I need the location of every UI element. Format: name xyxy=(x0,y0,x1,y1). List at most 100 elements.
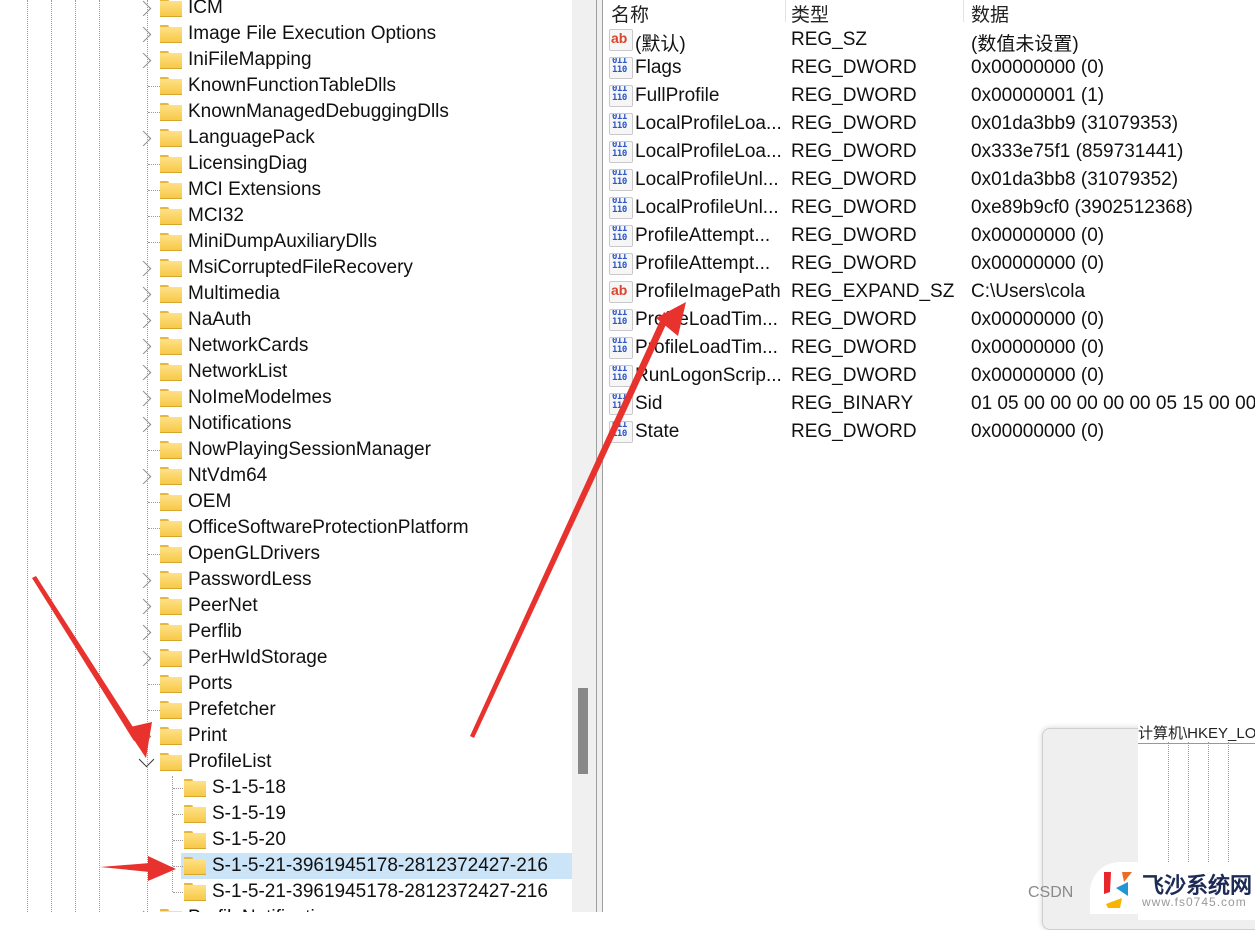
value-row[interactable]: 011 110 LocalProfileUnl... REG_DWORD 0xe89b9… xyxy=(603,194,1255,222)
tree-scrollbar[interactable] xyxy=(572,0,596,912)
column-header-name[interactable]: 名称 xyxy=(603,0,649,26)
value-type: REG_DWORD xyxy=(791,225,917,246)
value-name: ProfileLoadTim... xyxy=(635,337,778,358)
tree-item[interactable]: NtVdm64 xyxy=(0,463,572,489)
tree-item[interactable]: KnownFunctionTableDlls xyxy=(0,73,572,99)
tree-item[interactable]: S-1-5-19 xyxy=(0,801,572,827)
chevron-right-icon[interactable] xyxy=(135,572,152,589)
chevron-right-icon[interactable] xyxy=(135,728,152,745)
tree-item[interactable]: NetworkCards xyxy=(0,333,572,359)
value-row[interactable]: ab ProfileImagePath REG_EXPAND_SZ C:\Users\… xyxy=(603,278,1255,306)
chevron-right-icon[interactable] xyxy=(135,390,152,407)
tree-item[interactable]: MCI Extensions xyxy=(0,177,572,203)
tree-item[interactable]: MiniDumpAuxiliaryDlls xyxy=(0,229,572,255)
chevron-right-icon[interactable] xyxy=(135,260,152,277)
tree-item[interactable]: S-1-5-21-3961945178-2812372427-216 xyxy=(0,879,572,905)
tree-item-label: ProfileList xyxy=(188,751,272,772)
chevron-right-icon[interactable] xyxy=(135,338,152,355)
value-row[interactable]: 011 110 Sid REG_BINARY 01 05 00 00 00 00 00 … xyxy=(603,390,1255,418)
tree-item-label: S-1-5-21-3961945178-2812372427-216 xyxy=(212,881,548,902)
tree-item[interactable]: NetworkList xyxy=(0,359,572,385)
tree-item-label: S-1-5-20 xyxy=(212,829,286,850)
chevron-right-icon[interactable] xyxy=(135,286,152,303)
tree-item[interactable]: ICM xyxy=(0,0,572,21)
value-type: REG_SZ xyxy=(791,29,868,50)
brand-logo-icon xyxy=(1104,872,1132,908)
tree-item[interactable]: LanguagePack xyxy=(0,125,572,151)
value-row[interactable]: 011 110 FullProfile REG_DWORD 0x00000001 (1) xyxy=(603,82,1255,110)
tree-scroll-thumb[interactable] xyxy=(578,688,588,774)
value-row[interactable]: 011 110 RunLogonScrip... REG_DWORD 0x0000000… xyxy=(603,362,1255,390)
tree-item[interactable]: MCI32 xyxy=(0,203,572,229)
value-type: REG_DWORD xyxy=(791,253,917,274)
folder-icon xyxy=(160,649,182,667)
column-header-type[interactable]: 类型 xyxy=(783,0,829,26)
value-row[interactable]: 011 110 State REG_DWORD 0x00000000 (0) xyxy=(603,418,1255,446)
chevron-right-icon[interactable] xyxy=(135,130,152,147)
binary-value-icon: 011 110 xyxy=(609,393,633,415)
tree-item-label: NaAuth xyxy=(188,309,252,330)
chevron-right-icon[interactable] xyxy=(135,650,152,667)
tree-item-label: MsiCorruptedFileRecovery xyxy=(188,257,413,278)
tree-item-label: MiniDumpAuxiliaryDlls xyxy=(188,231,377,252)
tree-item[interactable]: OpenGLDrivers xyxy=(0,541,572,567)
value-row[interactable]: 011 110 LocalProfileUnl... REG_DWORD 0x01da3… xyxy=(603,166,1255,194)
tree-item[interactable]: Prefetcher xyxy=(0,697,572,723)
chevron-right-icon[interactable] xyxy=(135,52,152,69)
tree-item[interactable]: PasswordLess xyxy=(0,567,572,593)
tree-item[interactable]: S-1-5-18 xyxy=(0,775,572,801)
tree-item[interactable]: NowPlayingSessionManager xyxy=(0,437,572,463)
tree-item[interactable]: PeerNet xyxy=(0,593,572,619)
folder-icon xyxy=(160,441,182,459)
tree-item[interactable]: ProfileList xyxy=(0,749,572,775)
folder-icon xyxy=(160,337,182,355)
folder-icon xyxy=(160,623,182,641)
tree-item[interactable]: KnownManagedDebuggingDlls xyxy=(0,99,572,125)
tree-item[interactable]: NoImeModelmes xyxy=(0,385,572,411)
value-row[interactable]: 011 110 Flags REG_DWORD 0x00000000 (0) xyxy=(603,54,1255,82)
value-name: LocalProfileUnl... xyxy=(635,197,779,218)
column-header-data[interactable]: 数据 xyxy=(963,0,1009,26)
tree-item[interactable]: OfficeSoftwareProtectionPlatform xyxy=(0,515,572,541)
tree-item[interactable]: Print xyxy=(0,723,572,749)
chevron-right-icon[interactable] xyxy=(135,26,152,43)
value-row[interactable]: 011 110 ProfileAttempt... REG_DWORD 0x000000… xyxy=(603,250,1255,278)
tree-item[interactable]: S-1-5-21-3961945178-2812372427-216 xyxy=(0,853,572,879)
binary-value-icon: 011 110 xyxy=(609,365,633,387)
chevron-right-icon[interactable] xyxy=(135,468,152,485)
value-row[interactable]: 011 110 LocalProfileLoa... REG_DWORD 0x01da3… xyxy=(603,110,1255,138)
tree-item[interactable]: Notifications xyxy=(0,411,572,437)
value-type: REG_DWORD xyxy=(791,57,917,78)
chevron-right-icon[interactable] xyxy=(135,364,152,381)
tree-item[interactable]: MsiCorruptedFileRecovery xyxy=(0,255,572,281)
chevron-right-icon[interactable] xyxy=(135,312,152,329)
chevron-right-icon[interactable] xyxy=(135,416,152,433)
tree-item[interactable]: Ports xyxy=(0,671,572,697)
tree-item[interactable]: OEM xyxy=(0,489,572,515)
value-row[interactable]: 011 110 ProfileLoadTim... REG_DWORD 0x000000… xyxy=(603,334,1255,362)
value-row[interactable]: 011 110 LocalProfileLoa... REG_DWORD 0x333e7… xyxy=(603,138,1255,166)
value-row[interactable]: 011 110 ProfileLoadTim... REG_DWORD 0x000000… xyxy=(603,306,1255,334)
tree-item[interactable]: LicensingDiag xyxy=(0,151,572,177)
value-data: 0x00000000 (0) xyxy=(971,309,1105,330)
tree-item[interactable]: IniFileMapping xyxy=(0,47,572,73)
pane-splitter[interactable] xyxy=(596,0,603,912)
tree-item[interactable]: S-1-5-20 xyxy=(0,827,572,853)
value-row[interactable]: ab (默认) REG_SZ (数值未设置) xyxy=(603,26,1255,55)
chevron-right-icon[interactable] xyxy=(135,624,152,641)
folder-icon xyxy=(160,181,182,199)
tree-item[interactable]: Perflib xyxy=(0,619,572,645)
tree-item-label: NtVdm64 xyxy=(188,465,268,486)
tree-item[interactable]: NaAuth xyxy=(0,307,572,333)
chevron-down-icon[interactable] xyxy=(138,751,155,768)
tree-item[interactable]: Multimedia xyxy=(0,281,572,307)
registry-key-tree[interactable]: ICM Image File Execution Options IniFileMa… xyxy=(0,0,572,912)
chevron-right-icon[interactable] xyxy=(135,598,152,615)
value-type: REG_DWORD xyxy=(791,365,917,386)
chevron-right-icon[interactable] xyxy=(135,0,152,17)
value-row[interactable]: 011 110 ProfileAttempt... REG_DWORD 0x000000… xyxy=(603,222,1255,250)
tree-item[interactable]: PerHwIdStorage xyxy=(0,645,572,671)
tree-item[interactable]: Image File Execution Options xyxy=(0,21,572,47)
tree-item[interactable]: ProfileNotification xyxy=(0,905,572,912)
folder-icon xyxy=(184,831,206,849)
